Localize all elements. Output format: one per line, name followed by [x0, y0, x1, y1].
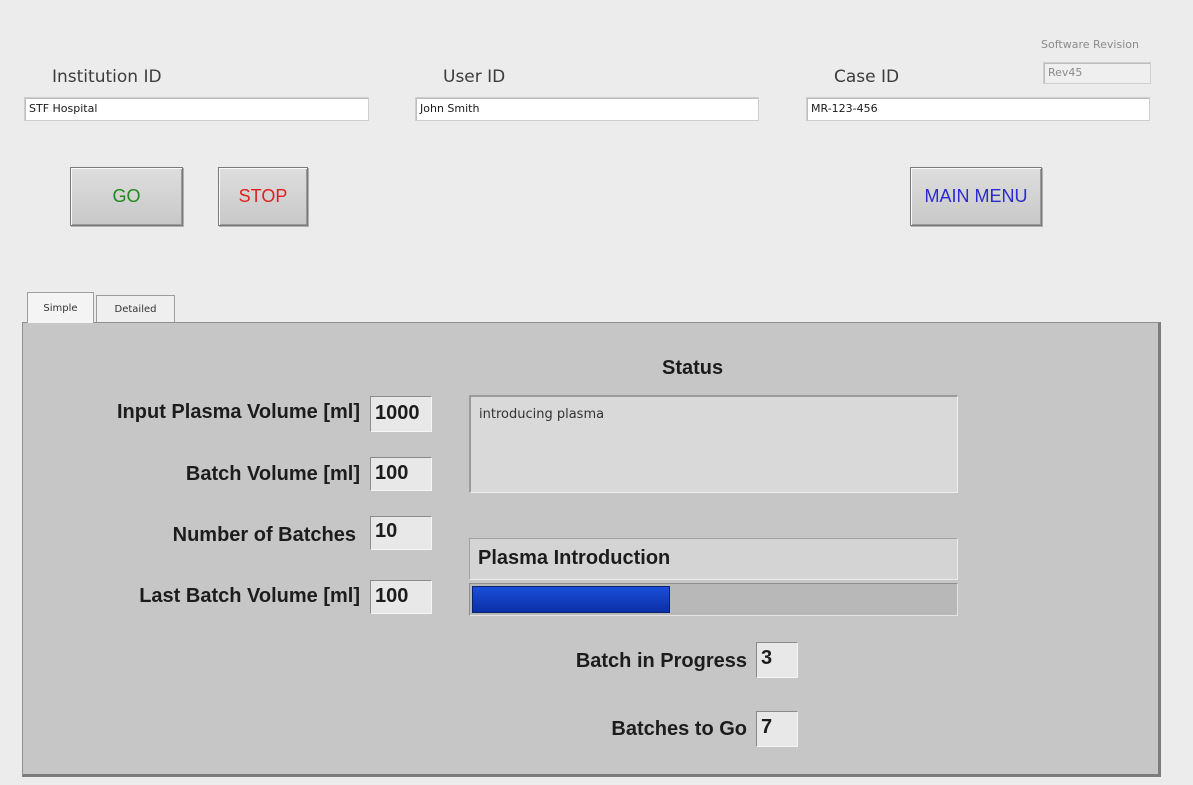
- institution-id-field[interactable]: STF Hospital: [24, 97, 369, 121]
- case-id-field[interactable]: MR-123-456: [806, 97, 1150, 121]
- batches-to-go-value: 7: [756, 711, 798, 747]
- batch-in-progress-value: 3: [756, 642, 798, 678]
- batch-volume-value: 100: [370, 457, 432, 491]
- software-revision-label: Software Revision: [1041, 38, 1139, 51]
- main-menu-button[interactable]: MAIN MENU: [910, 167, 1042, 226]
- batches-to-go-label: Batches to Go: [611, 718, 747, 740]
- last-batch-volume-value: 100: [370, 580, 432, 614]
- status-title: Status: [662, 357, 724, 379]
- last-batch-volume-label: Last Batch Volume [ml]: [139, 585, 360, 607]
- institution-id-label: Institution ID: [52, 67, 162, 87]
- case-id-label: Case ID: [834, 67, 900, 87]
- status-text-box: introducing plasma: [469, 395, 958, 493]
- number-of-batches-label: Number of Batches: [172, 524, 356, 546]
- number-of-batches-value: 10: [370, 516, 432, 550]
- batch-volume-label: Batch Volume [ml]: [185, 463, 360, 485]
- input-plasma-volume-label: Input Plasma Volume [ml]: [117, 401, 360, 423]
- phase-indicator: Plasma Introduction: [469, 538, 958, 580]
- go-button[interactable]: GO: [70, 167, 183, 226]
- software-revision-field: Rev45: [1043, 62, 1151, 84]
- phase-progress-fill: [472, 586, 671, 613]
- tab-simple[interactable]: Simple: [27, 292, 94, 323]
- phase-progress-bar: [469, 583, 958, 616]
- user-id-field[interactable]: John Smith: [415, 97, 759, 121]
- stop-button[interactable]: STOP: [218, 167, 308, 226]
- batch-in-progress-label: Batch in Progress: [575, 650, 747, 672]
- tab-detailed[interactable]: Detailed: [96, 295, 175, 323]
- input-plasma-volume-value: 1000: [370, 396, 432, 432]
- user-id-label: User ID: [443, 67, 506, 87]
